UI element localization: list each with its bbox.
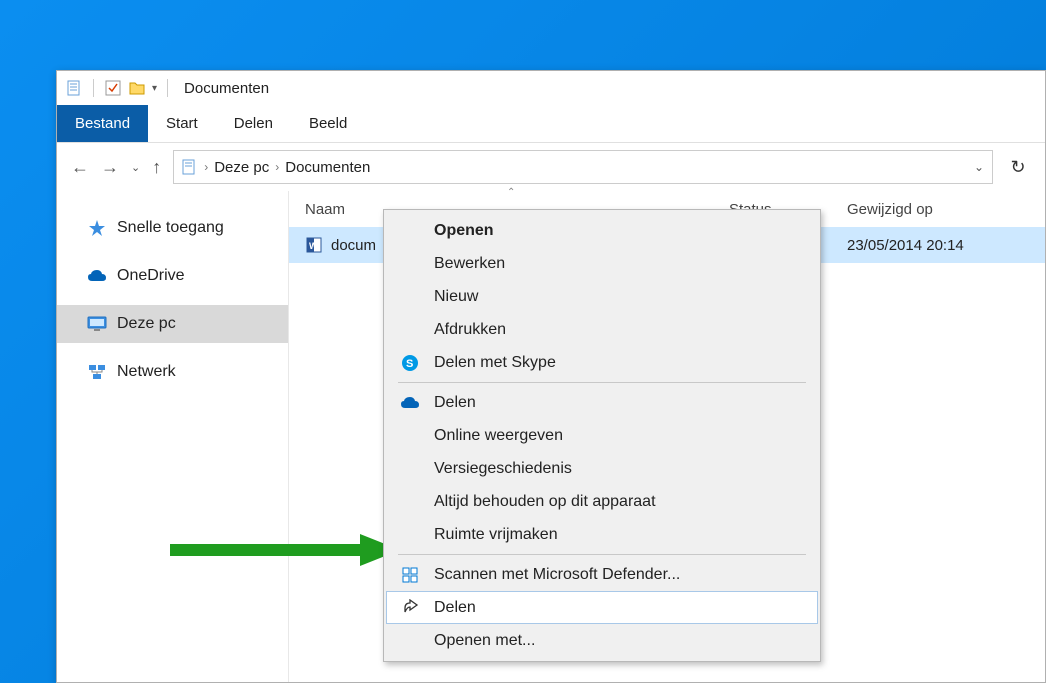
chevron-icon[interactable]: ›	[275, 160, 279, 174]
sidebar-item-label: Snelle toegang	[117, 219, 224, 237]
sidebar-item-network[interactable]: Netwerk	[57, 353, 288, 391]
separator	[93, 79, 94, 97]
ctx-open-with[interactable]: Openen met...	[386, 624, 818, 657]
context-separator	[398, 382, 806, 383]
titlebar: ▾ Documenten	[57, 71, 1045, 105]
ctx-new[interactable]: Nieuw	[386, 280, 818, 313]
qat-dropdown-icon[interactable]: ▾	[152, 83, 157, 94]
refresh-button[interactable]: ↻	[1001, 150, 1035, 184]
explorer-window: ▾ Documenten Bestand Start Delen Beeld ←…	[56, 70, 1046, 683]
breadcrumb-expand-icon[interactable]: ⌄	[974, 160, 984, 174]
annotation-arrow	[165, 530, 405, 570]
menu-bestand[interactable]: Bestand	[57, 105, 148, 142]
star-icon	[87, 218, 107, 238]
ctx-skype[interactable]: S Delen met Skype	[386, 346, 818, 379]
window-title: Documenten	[184, 80, 269, 97]
file-date-cell: 23/05/2014 20:14	[847, 237, 1045, 254]
ctx-free-space[interactable]: Ruimte vrijmaken	[386, 518, 818, 551]
sidebar: Snelle toegang OneDrive Deze pc	[57, 191, 289, 682]
svg-text:S: S	[406, 358, 413, 370]
up-button[interactable]: ↑	[152, 157, 161, 178]
sidebar-item-quick-access[interactable]: Snelle toegang	[57, 209, 288, 247]
sidebar-item-label: Deze pc	[117, 315, 176, 333]
share-icon	[401, 598, 421, 618]
content-area: ⌃ Naam Status Gewijzigd op W docum 23/05…	[289, 191, 1045, 682]
word-icon: W	[305, 236, 323, 254]
ctx-history[interactable]: Versiegeschiedenis	[386, 452, 818, 485]
menu-start[interactable]: Start	[148, 105, 216, 142]
sidebar-item-label: OneDrive	[117, 267, 185, 285]
navbar: ← → ⌄ ↑ › Deze pc › Documenten ⌄ ↻	[57, 143, 1045, 191]
breadcrumb[interactable]: › Deze pc › Documenten ⌄	[173, 150, 993, 184]
ctx-open[interactable]: Openen	[386, 214, 818, 247]
ctx-keep-device[interactable]: Altijd behouden op dit apparaat	[386, 485, 818, 518]
ctx-share-cloud[interactable]: Delen	[386, 386, 818, 419]
file-name: docum	[331, 237, 376, 254]
ctx-print[interactable]: Afdrukken	[386, 313, 818, 346]
svg-text:W: W	[309, 241, 318, 251]
breadcrumb-root[interactable]: Deze pc	[214, 159, 269, 176]
column-header-modified[interactable]: Gewijzigd op	[847, 201, 1045, 218]
sort-indicator-icon: ⌃	[507, 187, 515, 198]
context-menu: Openen Bewerken Nieuw Afdrukken S Delen …	[383, 209, 821, 662]
ctx-view-online[interactable]: Online weergeven	[386, 419, 818, 452]
body: Snelle toegang OneDrive Deze pc	[57, 191, 1045, 682]
menu-beeld[interactable]: Beeld	[291, 105, 365, 142]
forward-button[interactable]: →	[101, 157, 119, 178]
ctx-defender[interactable]: Scannen met Microsoft Defender...	[386, 558, 818, 591]
ctx-edit[interactable]: Bewerken	[386, 247, 818, 280]
cloud-icon	[400, 393, 420, 413]
recent-dropdown[interactable]: ⌄	[131, 161, 140, 174]
chevron-icon[interactable]: ›	[204, 160, 208, 174]
sidebar-item-onedrive[interactable]: OneDrive	[57, 257, 288, 295]
sidebar-item-this-pc[interactable]: Deze pc	[57, 305, 288, 343]
context-separator	[398, 554, 806, 555]
menubar: Bestand Start Delen Beeld	[57, 105, 1045, 143]
nav-buttons: ← → ⌄ ↑	[67, 157, 165, 178]
ctx-share[interactable]: Delen	[386, 591, 818, 624]
menu-delen[interactable]: Delen	[216, 105, 291, 142]
sidebar-item-label: Netwerk	[117, 363, 176, 381]
breadcrumb-folder[interactable]: Documenten	[285, 159, 370, 176]
separator	[167, 79, 168, 97]
folder-icon[interactable]	[128, 79, 146, 97]
shield-icon	[400, 565, 420, 585]
network-icon	[87, 362, 107, 382]
back-button[interactable]: ←	[71, 157, 89, 178]
monitor-icon	[87, 314, 107, 334]
document-icon	[180, 158, 198, 176]
cloud-icon	[87, 266, 107, 286]
document-icon	[65, 79, 83, 97]
checkbox-icon[interactable]	[104, 79, 122, 97]
skype-icon: S	[400, 353, 420, 373]
